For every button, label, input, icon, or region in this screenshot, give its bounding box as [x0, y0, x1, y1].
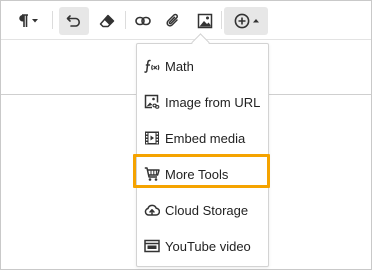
math-function-icon: [144, 58, 160, 74]
film-icon: [144, 130, 160, 146]
insert-file-button[interactable]: [160, 7, 186, 35]
insert-link-button[interactable]: [130, 7, 156, 35]
toolbar-divider: [221, 11, 222, 29]
menu-item-math[interactable]: Math: [137, 48, 268, 84]
chevron-down-icon: [252, 19, 259, 23]
insert-more-button[interactable]: [224, 7, 268, 35]
paperclip-icon: [166, 13, 180, 29]
menu-item-embed-media[interactable]: Embed media: [137, 120, 268, 156]
menu-item-image-from-url[interactable]: Image from URL: [137, 84, 268, 120]
menu-item-label: More Tools: [165, 166, 229, 182]
clear-formatting-button[interactable]: [93, 7, 121, 35]
menu-item-more-tools[interactable]: More Tools: [137, 156, 268, 192]
menu-item-label: YouTube video: [165, 238, 251, 254]
menu-item-label: Math: [165, 58, 194, 74]
insert-image-button[interactable]: [192, 7, 218, 35]
cart-icon: [144, 166, 160, 182]
menu-item-youtube-video[interactable]: YouTube video: [137, 228, 268, 264]
menu-item-label: Embed media: [165, 130, 246, 146]
toolbar-divider: [52, 11, 53, 29]
cloud-upload-icon: [144, 202, 160, 218]
chevron-down-icon: [31, 19, 38, 23]
video-player-icon: [144, 238, 160, 254]
toolbar-divider: [125, 11, 126, 29]
undo-icon: [66, 14, 82, 28]
undo-button[interactable]: [59, 7, 89, 35]
paragraph-icon: [17, 14, 29, 28]
eraser-icon: [99, 14, 115, 28]
image-icon: [197, 13, 213, 29]
insert-dropdown-menu: Math Image from URL Embed media More Too…: [136, 43, 269, 267]
menu-item-cloud-storage[interactable]: Cloud Storage: [137, 192, 268, 228]
link-icon: [135, 15, 151, 27]
editor-toolbar: [1, 1, 371, 40]
paragraph-format-button[interactable]: [9, 7, 45, 35]
menu-item-label: Image from URL: [165, 94, 261, 110]
image-url-icon: [144, 94, 160, 110]
insert-plus-icon: [234, 13, 250, 29]
menu-item-label: Cloud Storage: [165, 202, 249, 218]
